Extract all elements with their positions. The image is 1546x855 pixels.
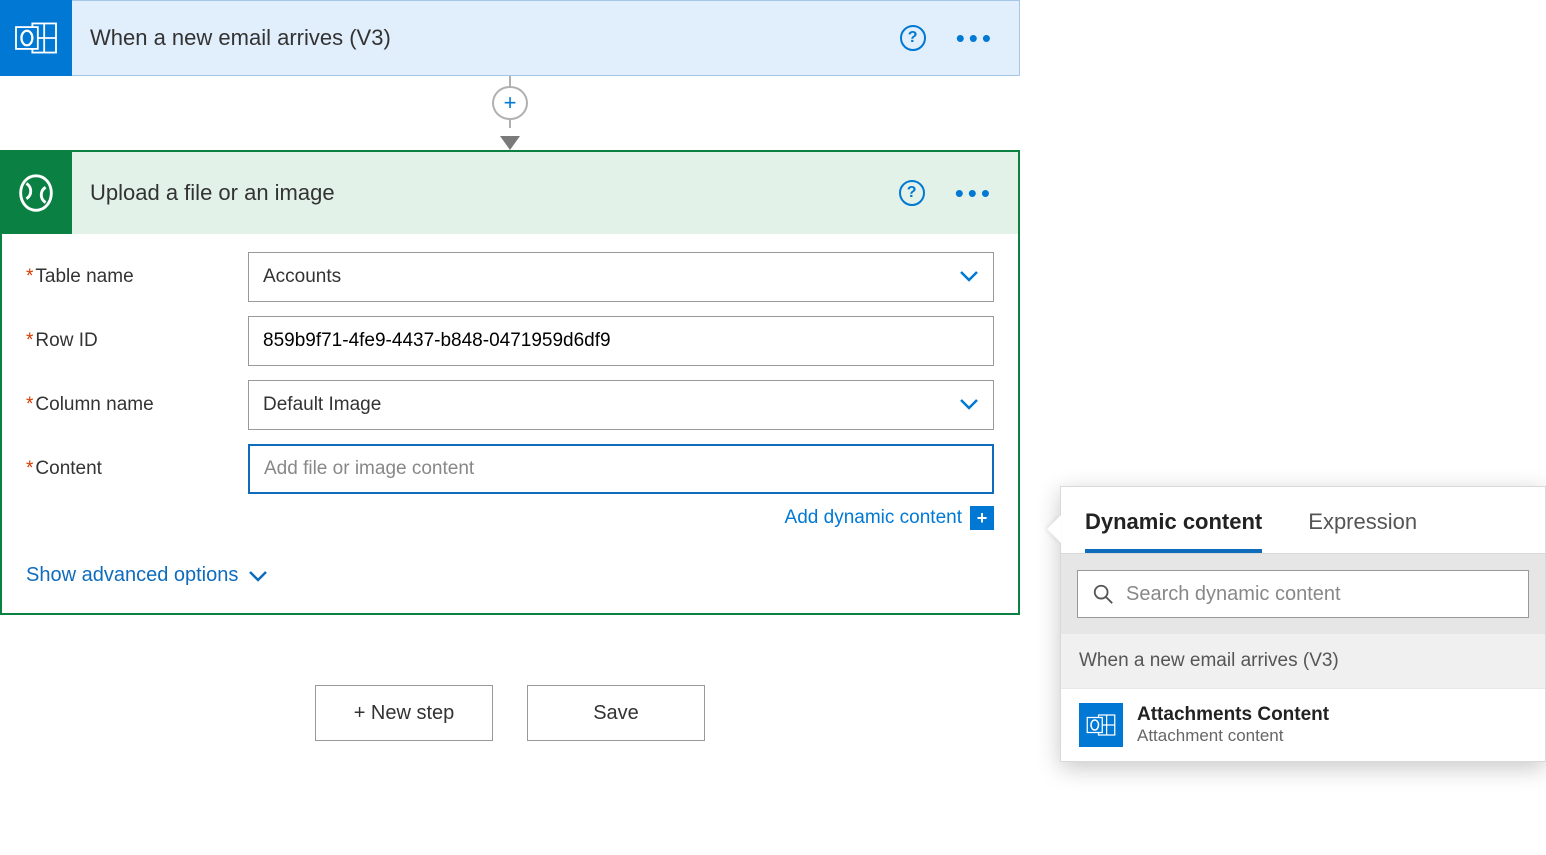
dynamic-item-attachments-content[interactable]: Attachments Content Attachment content — [1061, 688, 1545, 761]
trigger-title: When a new email arrives (V3) — [72, 25, 900, 51]
help-icon[interactable]: ? — [899, 180, 925, 206]
content-input[interactable] — [248, 444, 994, 494]
help-icon[interactable]: ? — [900, 25, 926, 51]
more-icon[interactable]: ••• — [955, 188, 994, 198]
column-name-select[interactable]: Default Image — [248, 380, 994, 430]
dynamic-item-title: Attachments Content — [1137, 704, 1329, 726]
more-icon[interactable]: ••• — [956, 33, 995, 43]
action-card: Upload a file or an image ? ••• *Table n… — [0, 150, 1020, 615]
dynamic-search[interactable] — [1077, 570, 1529, 618]
row-id-field[interactable] — [263, 330, 979, 352]
dynamic-group-header: When a new email arrives (V3) — [1061, 634, 1545, 688]
outlook-icon — [1079, 703, 1123, 747]
content-field[interactable] — [264, 458, 978, 480]
action-title: Upload a file or an image — [72, 180, 899, 206]
dataverse-icon — [0, 152, 72, 234]
save-button[interactable]: Save — [527, 685, 705, 741]
chevron-down-icon — [248, 569, 268, 583]
new-step-button[interactable]: + New step — [315, 685, 493, 741]
row-id-label: *Row ID — [26, 330, 248, 352]
tab-expression[interactable]: Expression — [1308, 499, 1417, 553]
arrow-down-icon — [500, 136, 520, 150]
tab-dynamic-content[interactable]: Dynamic content — [1085, 499, 1262, 553]
action-header[interactable]: Upload a file or an image ? ••• — [2, 152, 1018, 234]
outlook-icon — [0, 0, 72, 76]
dynamic-search-input[interactable] — [1126, 583, 1514, 606]
add-dynamic-content-button[interactable]: + — [970, 506, 994, 530]
table-name-label: *Table name — [26, 266, 248, 288]
column-name-label: *Column name — [26, 394, 248, 416]
insert-step-button[interactable]: + — [492, 86, 528, 121]
chevron-down-icon — [959, 267, 979, 288]
column-name-value: Default Image — [263, 394, 381, 416]
connector: + — [0, 76, 1020, 150]
add-dynamic-content-link[interactable]: Add dynamic content — [785, 507, 962, 529]
search-icon — [1092, 583, 1114, 605]
content-label: *Content — [26, 458, 248, 480]
table-name-value: Accounts — [263, 266, 341, 288]
show-advanced-options-link[interactable]: Show advanced options — [26, 564, 994, 587]
dynamic-item-subtitle: Attachment content — [1137, 726, 1329, 746]
chevron-down-icon — [959, 395, 979, 416]
trigger-card[interactable]: When a new email arrives (V3) ? ••• — [0, 0, 1020, 76]
panel-pointer — [1047, 515, 1061, 543]
row-id-input[interactable] — [248, 316, 994, 366]
table-name-select[interactable]: Accounts — [248, 252, 994, 302]
dynamic-content-panel: Dynamic content Expression When a new em… — [1060, 486, 1546, 762]
